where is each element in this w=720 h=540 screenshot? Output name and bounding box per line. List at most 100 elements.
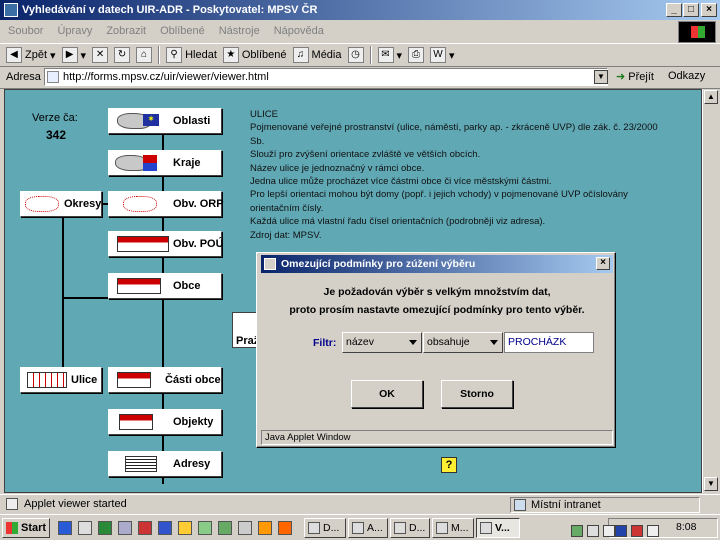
print-button[interactable]: ⎙ <box>408 47 425 63</box>
stop-button[interactable]: ✕ <box>92 47 109 63</box>
windows-logo-icon <box>6 522 18 534</box>
folder-icon[interactable] <box>178 521 192 535</box>
program-icon[interactable] <box>198 521 212 535</box>
nav-orp-button[interactable]: Obv. ORP <box>108 191 224 217</box>
program-icon[interactable] <box>238 521 252 535</box>
scroll-up-icon[interactable]: ▲ <box>704 90 718 104</box>
village-icon <box>117 278 161 294</box>
page-icon <box>47 71 59 83</box>
menu-edit[interactable]: Úpravy <box>57 25 92 37</box>
task-button[interactable]: D... <box>304 518 346 538</box>
window-icon <box>394 522 406 534</box>
security-zone: Místní intranet <box>510 497 700 513</box>
menu-bar: Soubor Úpravy Zobrazit Oblíbené Nástroje… <box>0 20 720 42</box>
refresh-button[interactable]: ↻ <box>114 47 131 63</box>
task-button-active[interactable]: V... <box>476 518 520 538</box>
task-button[interactable]: M... <box>432 518 474 538</box>
menu-tools[interactable]: Nástroje <box>219 25 260 37</box>
program-icon[interactable] <box>278 521 292 535</box>
forward-button[interactable]: ▶ ▾ <box>61 47 87 63</box>
help-icon[interactable]: ? <box>441 457 457 473</box>
history-icon: ◷ <box>347 47 364 63</box>
powerpoint-icon[interactable] <box>138 521 152 535</box>
home-button[interactable]: ⌂ <box>136 47 153 63</box>
ie-icon <box>4 3 18 17</box>
menu-view[interactable]: Zobrazit <box>106 25 146 37</box>
history-button[interactable]: ◷ <box>347 47 364 63</box>
task-button[interactable]: A... <box>348 518 388 538</box>
favorites-button[interactable]: ★ Oblíbené <box>222 47 287 63</box>
media-button[interactable]: ♫ Média <box>292 47 342 63</box>
back-button[interactable]: ◀ Zpět ▾ <box>6 47 56 63</box>
word-icon[interactable] <box>158 521 172 535</box>
task-label: D... <box>323 522 340 534</box>
nav-kraje-button[interactable]: Kraje <box>108 150 222 176</box>
mail-button[interactable]: ✉ ▾ <box>377 47 402 63</box>
favorites-label: Oblíbené <box>241 49 287 61</box>
ie-quicklaunch-icon[interactable] <box>58 521 72 535</box>
nav-casti-button[interactable]: Části obce <box>108 367 222 393</box>
title-bar[interactable]: Vyhledávání v datech UIR-ADR - Poskytova… <box>0 0 720 20</box>
info-line: Zdroj dat: MPSV. <box>250 229 322 241</box>
close-button[interactable]: × <box>701 3 717 17</box>
maximize-button[interactable]: □ <box>683 3 699 17</box>
stop-icon: ✕ <box>92 47 109 63</box>
nav-oblasti-button[interactable]: ✶ Oblasti <box>108 108 222 134</box>
info-line: Pro lepší orientaci mohou být domy (popř… <box>250 189 628 201</box>
tray-icon[interactable] <box>603 525 615 537</box>
refresh-icon: ↻ <box>114 47 131 63</box>
nav-obce-button[interactable]: Obce <box>108 273 222 299</box>
edit-button[interactable]: W ▾ <box>430 47 455 63</box>
building-icon <box>119 414 153 430</box>
dialog-title-bar[interactable]: Omezující podmínky pro zúžení výběru × <box>261 255 613 273</box>
cancel-button[interactable]: Storno <box>441 380 513 408</box>
program-icon[interactable] <box>218 521 232 535</box>
dropdown-icon: ▾ <box>449 49 455 62</box>
menu-favorites[interactable]: Oblíbené <box>160 25 205 37</box>
nav-adresy-button[interactable]: Adresy <box>108 451 222 477</box>
nav-objekty-button[interactable]: Objekty <box>108 409 222 435</box>
nav-kraje-label: Kraje <box>173 157 201 169</box>
dialog-close-button[interactable]: × <box>596 257 610 270</box>
task-button[interactable]: D... <box>390 518 430 538</box>
nav-casti-label: Části obce <box>165 374 221 386</box>
version-label: Verze ča: <box>32 112 78 124</box>
mail-quicklaunch-icon[interactable] <box>78 521 92 535</box>
vertical-scrollbar[interactable]: ▲ ▼ <box>702 89 718 493</box>
scroll-down-icon[interactable]: ▼ <box>704 477 718 491</box>
field-select[interactable]: název <box>342 332 422 353</box>
search-button[interactable]: ⚲ Hledat <box>166 47 217 63</box>
address-dropdown-button[interactable]: ▼ <box>594 70 608 84</box>
nav-oblasti-label: Oblasti <box>173 115 211 127</box>
filter-input[interactable]: PROCHÁZK <box>504 332 594 353</box>
nav-okresy-button[interactable]: Okresy <box>20 191 102 217</box>
go-button[interactable]: ➜ Přejít <box>616 70 654 83</box>
nav-pou-button[interactable]: Obv. POÚ <box>108 231 224 257</box>
menu-help[interactable]: Nápověda <box>274 25 324 37</box>
status-text: Applet viewer started <box>24 498 127 510</box>
menu-file[interactable]: Soubor <box>8 25 43 37</box>
operator-select[interactable]: obsahuje <box>423 332 503 353</box>
tray-icon[interactable] <box>647 525 659 537</box>
tray-icon[interactable] <box>631 525 643 537</box>
java-cup-icon <box>264 258 276 270</box>
towns-icon <box>117 236 169 252</box>
tray-icon[interactable] <box>587 525 599 537</box>
access-icon[interactable] <box>118 521 132 535</box>
minimize-button[interactable]: _ <box>666 3 682 17</box>
windows-logo-icon <box>678 21 716 43</box>
ok-button[interactable]: OK <box>351 380 423 408</box>
district-map-icon <box>123 196 157 212</box>
tray-icon[interactable] <box>615 525 627 537</box>
nav-objekty-label: Objekty <box>173 416 214 428</box>
excel-icon[interactable] <box>98 521 112 535</box>
links-button[interactable]: Odkazy <box>668 70 705 82</box>
address-input[interactable]: http://forms.mpsv.cz/uir/viewer/viewer.h… <box>44 68 608 86</box>
intranet-icon <box>514 499 526 511</box>
start-button[interactable]: Start <box>2 518 50 538</box>
dropdown-icon: ▾ <box>80 49 87 62</box>
clock[interactable]: 8:08 <box>676 521 696 533</box>
nav-ulice-button[interactable]: Ulice <box>20 367 102 393</box>
program-icon[interactable] <box>258 521 272 535</box>
tray-icon[interactable] <box>571 525 583 537</box>
